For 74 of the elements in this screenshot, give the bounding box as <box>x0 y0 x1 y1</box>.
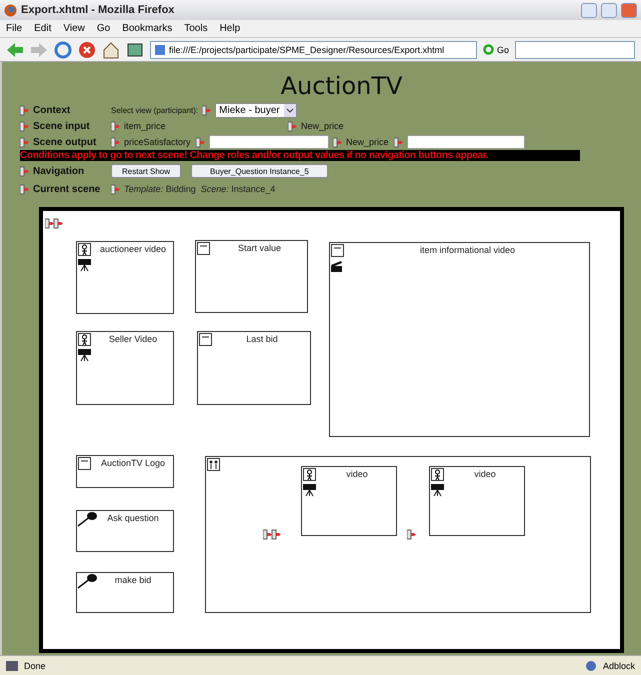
output-variable: New_price <box>346 137 390 147</box>
row-label: Context <box>33 104 72 116</box>
view-prompt: Select view (participant): <box>111 106 198 114</box>
plug-icon <box>20 104 29 116</box>
input-field[interactable] <box>209 135 329 149</box>
home-icon[interactable] <box>102 40 120 58</box>
close-button[interactable] <box>621 2 637 18</box>
navigation-button[interactable]: Buyer_Question Instance_5 <box>191 164 328 178</box>
component-title: auctioneer video <box>98 244 168 254</box>
input-variable: item_price <box>124 121 167 131</box>
navigation-button[interactable]: Restart Show <box>111 164 182 178</box>
output-variable: priceSatisfactory <box>124 137 192 147</box>
minimize-button[interactable] <box>581 2 597 18</box>
camera-icon <box>78 259 92 272</box>
plug-icon <box>202 104 212 116</box>
forward-icon[interactable] <box>30 42 48 58</box>
plug-icon <box>407 529 416 540</box>
component-title: make bid <box>114 575 152 585</box>
camera-icon <box>303 484 317 497</box>
window-title: Export.xhtml - Mozilla Firefox <box>21 4 176 16</box>
camera-icon <box>431 484 445 497</box>
menu-item[interactable]: Bookmarks <box>122 23 172 34</box>
component-title: Ask question <box>106 513 160 523</box>
component-title: AuctionTV Logo <box>100 458 166 468</box>
page-title: AuctionTV <box>280 71 404 102</box>
reload-icon[interactable] <box>54 40 72 58</box>
component-title: Seller Video <box>108 334 158 344</box>
plug-icon <box>111 184 120 194</box>
addon-label: Adblock <box>602 660 635 670</box>
warning-banner: Conditions apply to go to next scene! Change roles and/or output values if no navigation buttons appear. <box>20 150 580 161</box>
dropdown-icon <box>284 104 296 116</box>
menu-item[interactable]: File <box>6 23 22 34</box>
plug-icon <box>263 529 281 540</box>
menu-item[interactable]: Tools <box>184 23 208 34</box>
plug-icon <box>111 136 120 148</box>
row-label: Scene output <box>33 136 98 148</box>
browser-logo-icon <box>4 4 17 16</box>
row-label: Scene input <box>33 120 91 132</box>
plug-icon <box>20 184 29 194</box>
component-title: video <box>345 469 369 479</box>
plug-icon <box>20 136 29 148</box>
input-variable: New_price <box>301 121 345 131</box>
row-label: Navigation <box>33 166 86 176</box>
menu-item[interactable]: Edit <box>34 23 52 34</box>
component-title: item informational video <box>418 245 516 255</box>
address-field[interactable]: file:///E:/projects/participate/SPME_Designer/Resources/Export.xhtml <box>150 40 477 58</box>
search-field[interactable] <box>515 40 635 58</box>
row-label: Current scene <box>33 184 102 194</box>
addon-icon <box>584 660 597 672</box>
plug-icon <box>288 120 297 132</box>
plug-icon <box>20 166 29 176</box>
back-icon[interactable] <box>6 42 24 58</box>
participant-select[interactable]: Mieke - buyer <box>215 102 297 118</box>
plug-icon <box>394 136 403 148</box>
scene-info: Template: Bidding Scene: Instance_4 <box>124 184 276 194</box>
plug-icon <box>45 218 63 229</box>
plug-icon <box>111 120 120 132</box>
menu-item[interactable]: View <box>63 23 85 34</box>
clapper-icon <box>331 261 343 272</box>
component-title: Last bid <box>245 334 279 344</box>
component-title: Start value <box>236 243 282 253</box>
stop-icon[interactable] <box>78 40 96 58</box>
plug-icon <box>333 136 342 148</box>
maximize-button[interactable] <box>601 2 617 18</box>
menu-item[interactable]: Go <box>96 23 110 34</box>
go-button[interactable]: Go <box>482 44 509 55</box>
menu-item[interactable]: Help <box>220 23 240 34</box>
camera-icon <box>78 349 92 362</box>
status-text: Done <box>24 660 47 670</box>
plug-icon <box>20 120 29 132</box>
component-title: video <box>473 469 497 479</box>
picture-frame-icon[interactable] <box>126 40 144 58</box>
plug-icon <box>196 136 205 148</box>
input-field[interactable] <box>407 135 525 149</box>
